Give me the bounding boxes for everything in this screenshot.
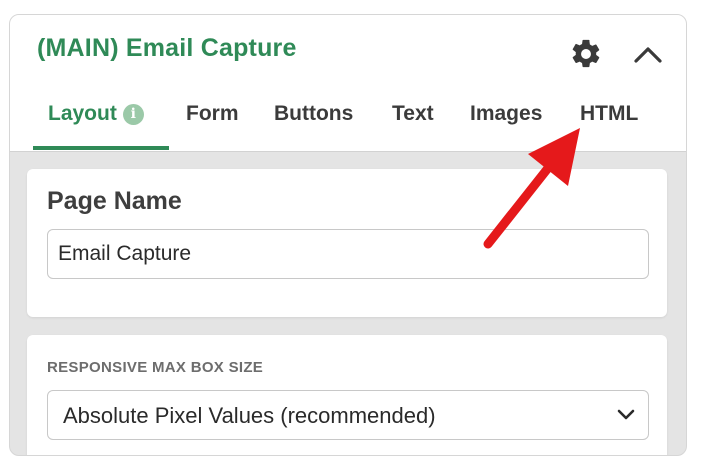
email-capture-panel: (MAIN) Email Capture Layout i Form Button… (9, 14, 687, 456)
tab-text[interactable]: Text (392, 99, 434, 147)
responsive-max-box-size-label: RESPONSIVE MAX BOX SIZE (47, 359, 264, 376)
chevron-up-icon[interactable] (631, 39, 665, 69)
responsive-card: RESPONSIVE MAX BOX SIZE Absolute Pixel V… (27, 335, 667, 455)
tab-buttons[interactable]: Buttons (274, 99, 353, 147)
chevron-down-icon (616, 407, 636, 421)
tab-bar: Layout i Form Buttons Text Images HTML (10, 99, 686, 151)
panel-header: (MAIN) Email Capture Layout i Form Button… (10, 15, 686, 152)
tab-images[interactable]: Images (470, 99, 542, 147)
tab-layout-label: Layout (48, 102, 117, 125)
panel-title: (MAIN) Email Capture (37, 34, 297, 62)
gear-icon[interactable] (569, 37, 603, 71)
tab-layout[interactable]: Layout i (48, 99, 144, 147)
page-name-card: Page Name (27, 169, 667, 317)
responsive-size-select[interactable]: Absolute Pixel Values (recommended) (47, 390, 649, 440)
active-tab-indicator (33, 146, 169, 150)
page-name-label: Page Name (47, 187, 182, 215)
responsive-size-selected-value: Absolute Pixel Values (recommended) (63, 403, 436, 428)
tab-form[interactable]: Form (186, 99, 239, 147)
info-icon[interactable]: i (122, 104, 144, 125)
tab-html[interactable]: HTML (580, 99, 638, 147)
page-name-input[interactable] (47, 229, 649, 279)
